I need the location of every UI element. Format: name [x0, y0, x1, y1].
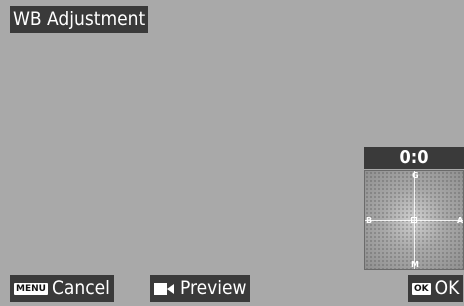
ok-key-icon: OK: [412, 282, 431, 295]
ok-button[interactable]: OK OK: [408, 275, 464, 302]
movie-camera-icon: [154, 282, 174, 295]
axis-label-magenta: M: [411, 260, 419, 269]
axis-label-blue: B: [366, 216, 373, 225]
cancel-label: Cancel: [51, 277, 110, 299]
menu-key-icon: MENU: [14, 282, 48, 295]
wb-adjustment-grid[interactable]: G M B A: [364, 170, 464, 270]
preview-label: Preview: [180, 277, 247, 299]
page-title: WB Adjustment: [10, 6, 149, 33]
camera-screen: WB Adjustment 0:0 G M B A MENU Cancel Pr…: [0, 0, 464, 306]
wb-cursor[interactable]: [411, 217, 417, 223]
cancel-button[interactable]: MENU Cancel: [10, 275, 114, 302]
wb-shift-value: 0:0: [364, 147, 464, 169]
preview-button[interactable]: Preview: [150, 275, 251, 302]
ok-label: OK: [434, 277, 460, 299]
axis-label-amber: A: [457, 216, 464, 225]
axis-label-green: G: [412, 171, 419, 180]
